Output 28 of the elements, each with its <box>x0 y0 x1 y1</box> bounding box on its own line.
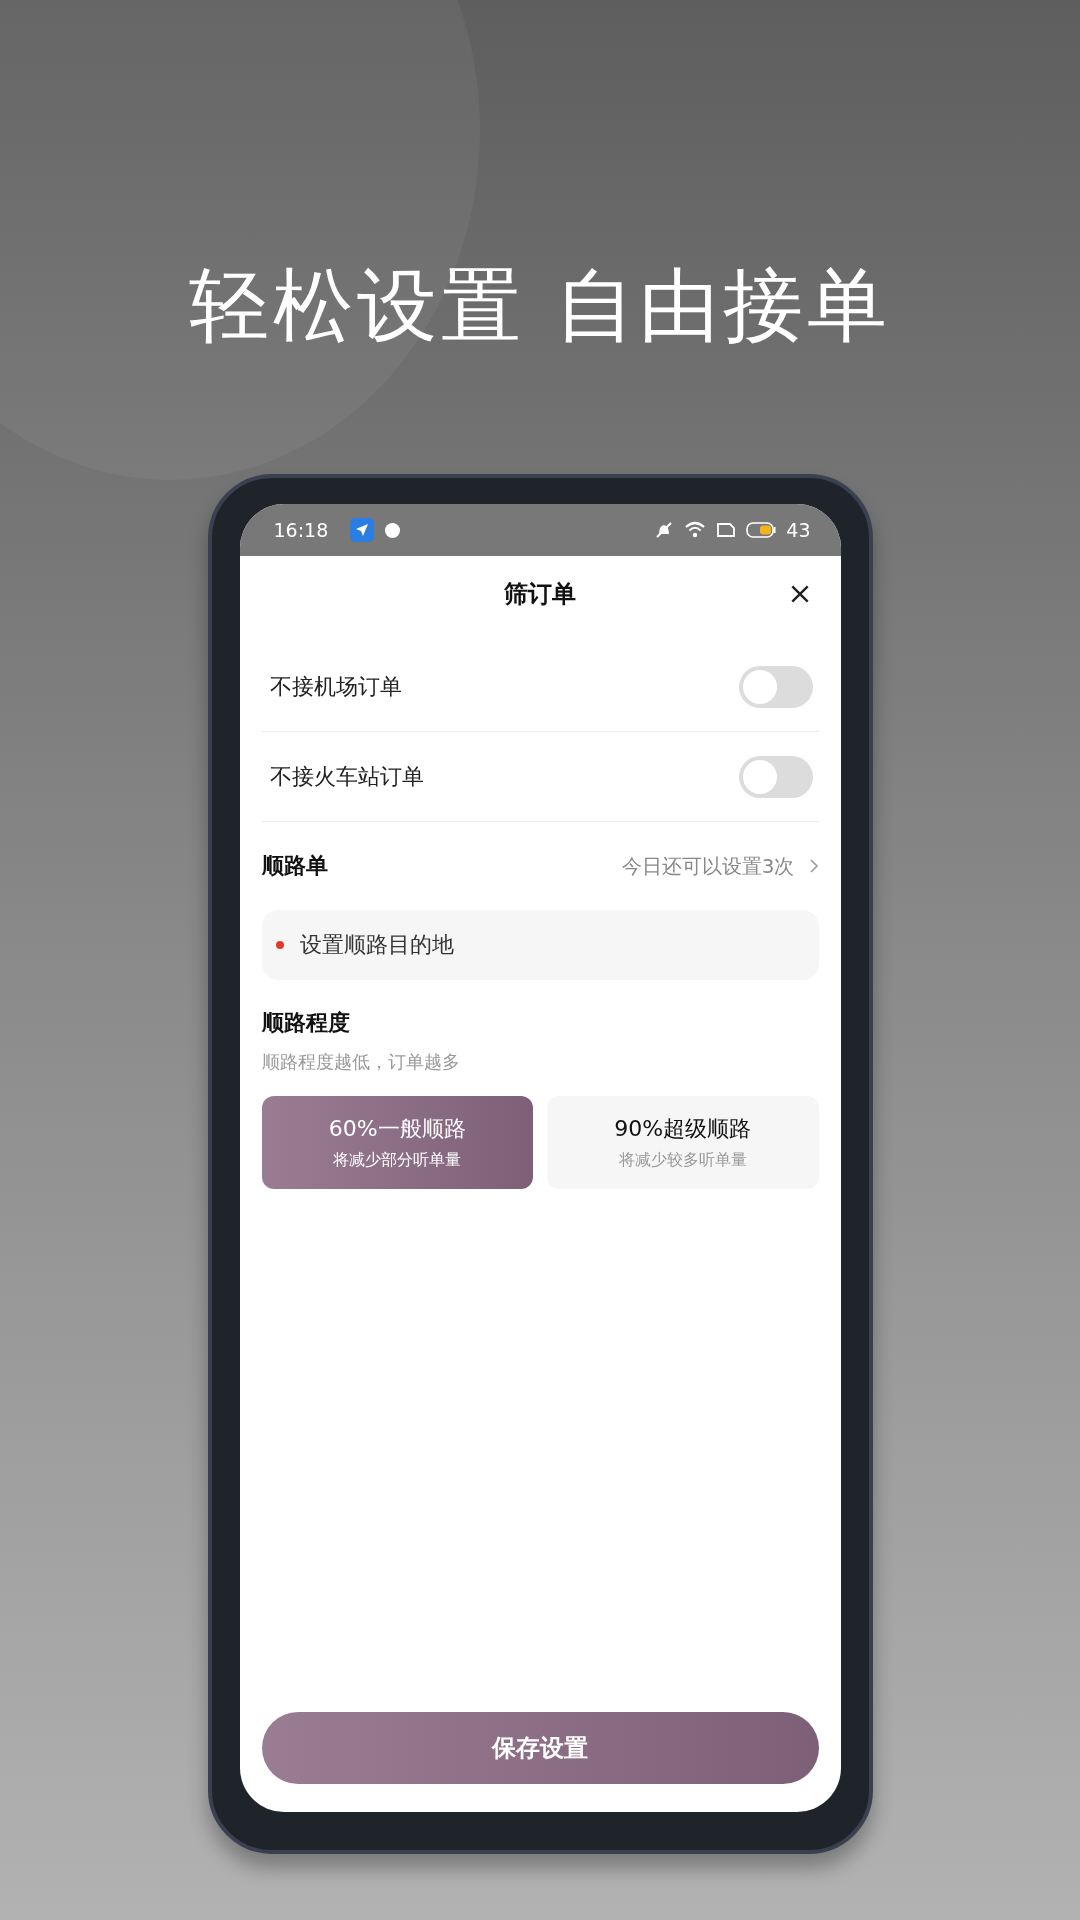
save-button[interactable]: 保存设置 <box>261 1712 819 1784</box>
headline: 轻松设置 自由接单 <box>189 258 891 354</box>
sim-icon <box>716 522 737 538</box>
battery-icon <box>746 522 777 538</box>
section-hint: 顺路程度越低，订单越多 <box>261 1050 461 1074</box>
remaining-count-link[interactable]: 今日还可以设置3次 <box>621 852 795 880</box>
toggle-label: 不接机场订单 <box>269 672 402 701</box>
toggle-switch[interactable] <box>738 665 813 708</box>
destination-field[interactable]: 设置顺路目的地 <box>261 910 819 980</box>
wifi-icon <box>684 521 707 539</box>
chevron-right-icon[interactable] <box>808 858 819 874</box>
route-option-card[interactable]: 60%一般顺路 将减少部分听单量 <box>261 1096 533 1189</box>
mute-icon <box>654 520 675 540</box>
option-note: 将减少部分听单量 <box>333 1150 462 1171</box>
sheet-title: 筛订单 <box>504 579 576 610</box>
section-title: 顺路程度 <box>261 1009 351 1037</box>
chat-bubble-icon <box>384 521 402 539</box>
option-label: 90%超级顺路 <box>614 1115 752 1143</box>
battery-level: 43 <box>786 519 811 541</box>
option-note: 将减少较多听单量 <box>618 1150 747 1171</box>
section-title: 顺路单 <box>261 852 329 880</box>
toggle-label: 不接火车站订单 <box>269 762 424 791</box>
status-time: 16:18 <box>273 519 329 541</box>
route-option-card[interactable]: 90%超级顺路 将减少较多听单量 <box>547 1096 819 1189</box>
navigation-icon <box>350 518 375 542</box>
toggle-switch[interactable] <box>738 755 813 798</box>
bullet-dot-icon <box>275 941 284 949</box>
option-label: 60%一般顺路 <box>328 1115 466 1143</box>
